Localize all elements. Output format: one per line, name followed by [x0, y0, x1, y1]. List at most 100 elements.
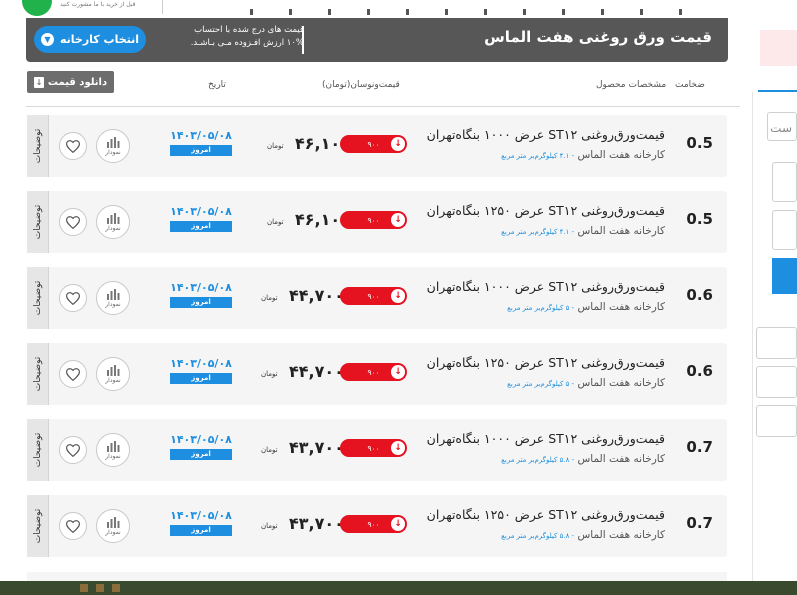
- thickness-value: 0.5: [686, 134, 713, 152]
- price-date: ۱۴۰۳/۰۵/۰۸: [170, 205, 232, 218]
- top-menu-item[interactable]: [406, 9, 409, 15]
- vat-note-line1: قیمت های درج شده با احتساب: [194, 25, 304, 35]
- right-panel-button[interactable]: ست: [767, 112, 797, 141]
- thickness-value: 0.6: [686, 362, 713, 380]
- vat-note-bar: [302, 26, 304, 54]
- right-panel-field[interactable]: [756, 366, 797, 398]
- product-name[interactable]: قیمت‌ورق‌روغنی ST۱۲ عرض ۱۰۰۰ بنگاه‌تهران: [427, 127, 665, 142]
- table-row: توضیحات نمودار ۱۴۰۳/۰۵/۰۸ امروز تومان ۴۴…: [27, 343, 727, 405]
- table-row: توضیحات نمودار ۱۴۰۳/۰۵/۰۸ امروز تومان ۴۳…: [27, 495, 727, 557]
- top-menu-item[interactable]: [601, 9, 604, 15]
- product-weight: - ۵ کیلوگرم‌بر متر مربع: [507, 304, 575, 312]
- site-logo[interactable]: [22, 0, 52, 16]
- chevron-down-icon: ▼: [40, 33, 54, 46]
- description-tab[interactable]: توضیحات: [27, 343, 49, 405]
- chart-button[interactable]: نمودار: [96, 357, 130, 391]
- product-factory: کارخانه هفت الماس - ۵.۸ کیلوگرم‌بر متر م…: [501, 529, 665, 541]
- download-price-button[interactable]: دانلود قیمت ↓: [27, 71, 114, 93]
- price-change-badge: ۹۰۰ ↓: [340, 439, 407, 457]
- price-change-value: ۹۰۰: [367, 367, 380, 377]
- product-weight: - ۵.۸ کیلوگرم‌بر متر مربع: [501, 532, 575, 540]
- price-change-badge: ۹۰۰ ↓: [340, 211, 407, 229]
- description-tab[interactable]: توضیحات: [27, 115, 49, 177]
- top-menu-item[interactable]: [679, 9, 682, 15]
- description-tab[interactable]: توضیحات: [27, 495, 49, 557]
- product-name[interactable]: قیمت‌ورق‌روغنی ST۱۲ عرض ۱۲۵۰ بنگاه‌تهران: [427, 507, 665, 522]
- arrow-down-circle-icon: ↓: [391, 289, 405, 303]
- product-name[interactable]: قیمت‌ورق‌روغنی ST۱۲ عرض ۱۰۰۰ بنگاه‌تهران: [427, 431, 665, 446]
- top-menu-item[interactable]: [367, 9, 370, 15]
- right-panel-button-text: ست: [770, 121, 792, 135]
- price-change-value: ۹۰۰: [367, 519, 380, 529]
- right-panel-input[interactable]: [772, 162, 797, 202]
- top-menu-item[interactable]: [562, 9, 565, 15]
- taskbar-app-icon[interactable]: [96, 584, 104, 592]
- chart-label: نمودار: [105, 300, 121, 308]
- chart-button[interactable]: نمودار: [96, 433, 130, 467]
- price-header: قیمت ورق روغنی هفت الماس قیمت های درج شد…: [26, 18, 728, 62]
- taskbar-app-icon[interactable]: [112, 584, 120, 592]
- top-menu-item[interactable]: [445, 9, 448, 15]
- favorite-button[interactable]: [59, 208, 87, 236]
- chart-button[interactable]: نمودار: [96, 509, 130, 543]
- arrow-down-circle-icon: ↓: [391, 365, 405, 379]
- product-factory: کارخانه هفت الماس - ۵ کیلوگرم‌بر متر مرب…: [507, 377, 665, 389]
- favorite-button[interactable]: [59, 360, 87, 388]
- chart-label: نمودار: [105, 376, 121, 384]
- chart-button[interactable]: نمودار: [96, 205, 130, 239]
- today-badge: امروز: [170, 297, 232, 308]
- top-menu-item[interactable]: [484, 9, 487, 15]
- top-tagline: قبل از خرید با ما مشورت کنید: [60, 1, 136, 8]
- product-name[interactable]: قیمت‌ورق‌روغنی ST۱۲ عرض ۱۰۰۰ بنگاه‌تهران: [427, 279, 665, 294]
- right-panel-field[interactable]: [756, 327, 797, 359]
- thickness-value: 0.6: [686, 286, 713, 304]
- product-factory: کارخانه هفت الماس - ۵ کیلوگرم‌بر متر مرب…: [507, 301, 665, 313]
- product-name[interactable]: قیمت‌ورق‌روغنی ST۱۲ عرض ۱۲۵۰ بنگاه‌تهران: [427, 355, 665, 370]
- favorite-button[interactable]: [59, 132, 87, 160]
- price-date: ۱۴۰۳/۰۵/۰۸: [170, 509, 232, 522]
- factory-name: کارخانه هفت الماس: [577, 529, 665, 541]
- price-change-value: ۹۰۰: [367, 139, 380, 149]
- description-tab[interactable]: توضیحات: [27, 267, 49, 329]
- heart-icon: [66, 291, 80, 305]
- top-menu-item[interactable]: [289, 9, 292, 15]
- chart-label: نمودار: [105, 148, 121, 156]
- top-menu-item[interactable]: [328, 9, 331, 15]
- favorite-button[interactable]: [59, 284, 87, 312]
- select-factory-button[interactable]: انتخاب کارخانه ▼: [34, 26, 146, 53]
- top-strip: قبل از خرید با ما مشورت کنید: [0, 0, 797, 20]
- product-weight: - ۴.۱ کیلوگرم‌بر متر مربع: [501, 152, 575, 160]
- product-weight: - ۵.۸ کیلوگرم‌بر متر مربع: [501, 456, 575, 464]
- top-menu-item[interactable]: [523, 9, 526, 15]
- today-badge: امروز: [170, 373, 232, 384]
- header-divider: [26, 106, 740, 107]
- heart-icon: [66, 139, 80, 153]
- today-badge: امروز: [170, 449, 232, 460]
- top-menu-item[interactable]: [640, 9, 643, 15]
- price-change-badge: ۹۰۰ ↓: [340, 135, 407, 153]
- description-tab[interactable]: توضیحات: [27, 419, 49, 481]
- heart-icon: [66, 443, 80, 457]
- top-menu-item[interactable]: [250, 9, 253, 15]
- price-change-badge: ۹۰۰ ↓: [340, 515, 407, 533]
- currency-label: تومان: [261, 446, 278, 454]
- right-panel-field[interactable]: [756, 405, 797, 437]
- bar-chart-icon: [107, 364, 120, 376]
- right-panel-input[interactable]: [772, 210, 797, 250]
- price-change-value: ۹۰۰: [367, 443, 380, 453]
- chart-button[interactable]: نمودار: [96, 129, 130, 163]
- price-change-value: ۹۰۰: [367, 215, 380, 225]
- chart-button[interactable]: نمودار: [96, 281, 130, 315]
- today-badge: امروز: [170, 145, 232, 156]
- favorite-button[interactable]: [59, 436, 87, 464]
- table-row: توضیحات نمودار ۱۴۰۳/۰۵/۰۸ امروز تومان ۴۶…: [27, 191, 727, 253]
- favorite-button[interactable]: [59, 512, 87, 540]
- currency-label: تومان: [261, 370, 278, 378]
- currency-label: تومان: [261, 294, 278, 302]
- right-panel-submit[interactable]: [772, 258, 797, 294]
- product-name[interactable]: قیمت‌ورق‌روغنی ST۱۲ عرض ۱۲۵۰ بنگاه‌تهران: [427, 203, 665, 218]
- taskbar-app-icon[interactable]: [80, 584, 88, 592]
- download-icon: ↓: [33, 76, 44, 88]
- arrow-down-circle-icon: ↓: [391, 517, 405, 531]
- description-tab[interactable]: توضیحات: [27, 191, 49, 253]
